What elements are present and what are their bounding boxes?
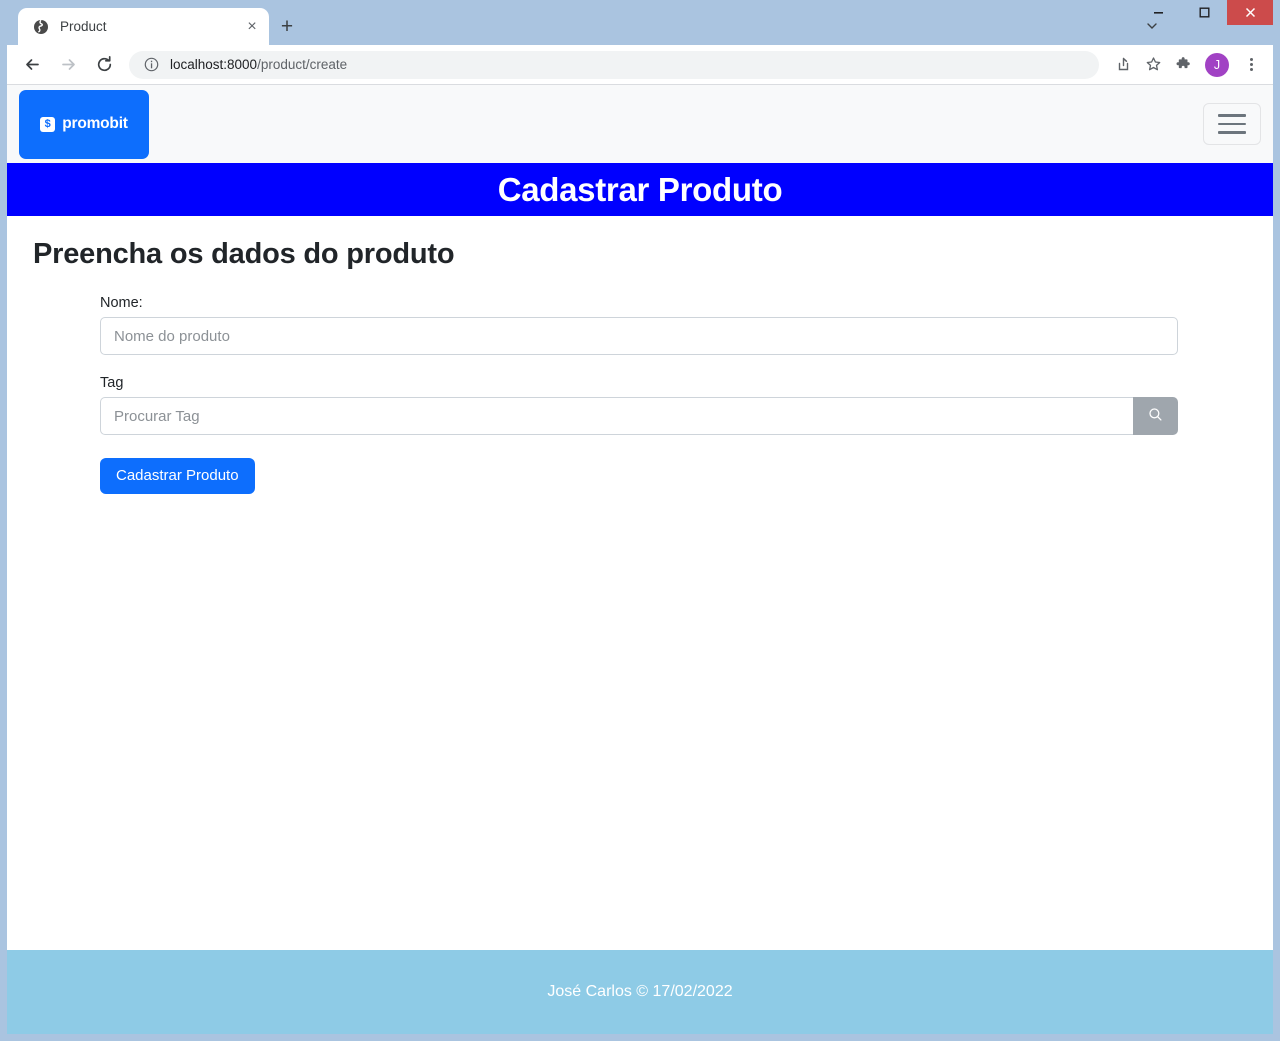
minimize-button[interactable] — [1135, 0, 1181, 25]
forward-button[interactable] — [53, 50, 83, 80]
submit-product-button[interactable]: Cadastrar Produto — [100, 458, 255, 494]
search-tag-button[interactable] — [1133, 397, 1178, 435]
name-label: Nome: — [100, 295, 143, 311]
browser-toolbar: localhost:8000/product/create J — [7, 45, 1273, 85]
address-bar-url: localhost:8000/product/create — [170, 57, 347, 72]
page-viewport: $ promobit Cadastrar Produto Preencha os… — [7, 85, 1273, 1034]
navbar-toggler-button[interactable] — [1203, 103, 1261, 145]
tag-input-group — [100, 397, 1178, 435]
url-host: localhost:8000 — [170, 57, 258, 72]
hamburger-bar — [1218, 131, 1246, 134]
product-name-input[interactable] — [100, 317, 1178, 355]
tag-label: Tag — [100, 375, 124, 391]
tag-search-input[interactable] — [100, 397, 1133, 435]
page-content: Preencha os dados do produto Nome: Tag — [7, 216, 1273, 950]
browser-window: Product × + localhost:8000/product/creat… — [0, 0, 1280, 1041]
promobit-logo[interactable]: $ promobit — [19, 89, 149, 159]
back-button[interactable] — [17, 50, 47, 80]
close-icon[interactable]: × — [241, 16, 263, 38]
brand-name: promobit — [62, 115, 128, 132]
site-footer: José Carlos © 17/02/2022 — [7, 950, 1273, 1034]
footer-text: José Carlos © 17/02/2022 — [547, 983, 733, 1000]
tab-strip: Product × + — [7, 0, 1273, 45]
search-icon — [1148, 407, 1163, 425]
product-create-form: Nome: Tag — [7, 295, 1273, 494]
maximize-button[interactable] — [1181, 0, 1227, 25]
globe-icon — [32, 18, 49, 35]
share-icon[interactable] — [1109, 51, 1137, 79]
avatar[interactable]: J — [1205, 52, 1229, 77]
url-path: /product/create — [257, 57, 348, 72]
page-banner: Cadastrar Produto — [7, 163, 1273, 216]
hamburger-bar — [1218, 122, 1246, 126]
site-navbar: $ promobit — [7, 85, 1273, 163]
tag-field-group: Tag — [100, 375, 1178, 435]
browser-tab[interactable]: Product × — [18, 8, 269, 45]
name-field-group: Nome: — [100, 295, 1178, 355]
new-tab-button[interactable]: + — [273, 12, 301, 40]
close-window-button[interactable] — [1227, 0, 1273, 25]
tab-title: Product — [60, 19, 107, 34]
reload-button[interactable] — [89, 50, 119, 80]
three-dot-menu-icon[interactable] — [1237, 51, 1265, 79]
address-bar[interactable]: localhost:8000/product/create — [129, 50, 1099, 79]
page-title: Cadastrar Produto — [497, 170, 783, 208]
star-icon[interactable] — [1139, 51, 1167, 79]
site-info-icon[interactable] — [143, 57, 159, 73]
section-heading: Preencha os dados do produto — [33, 238, 455, 270]
promobit-mark-icon: $ — [40, 116, 56, 132]
window-controls — [1135, 0, 1273, 25]
hamburger-bar — [1218, 114, 1246, 117]
puzzle-icon[interactable] — [1169, 51, 1197, 79]
